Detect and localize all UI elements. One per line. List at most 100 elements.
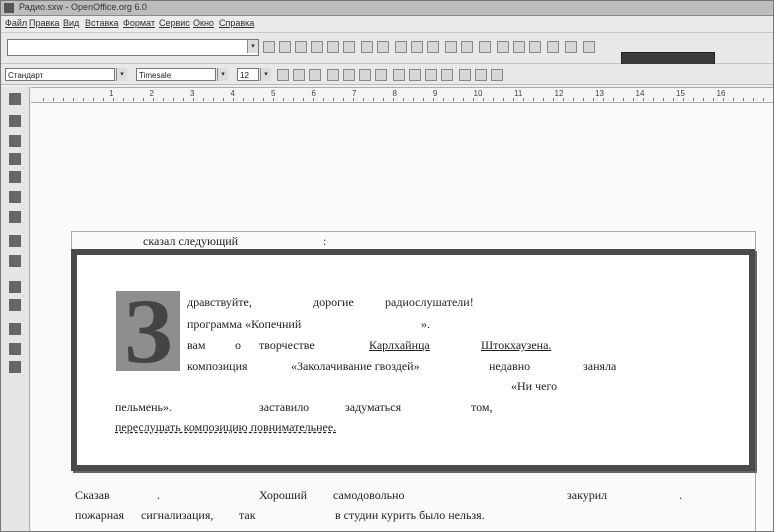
insert-table-icon[interactable]	[497, 41, 509, 53]
menu-insert[interactable]: Вставка	[85, 18, 118, 28]
numbering-icon[interactable]	[393, 69, 405, 81]
gallery-icon[interactable]	[529, 41, 541, 53]
font-size-select[interactable]: 12	[237, 68, 259, 81]
zoom-icon[interactable]	[583, 41, 595, 53]
style-dropdown-button[interactable]: ▾	[116, 68, 127, 81]
ruler-tick	[423, 98, 424, 101]
ruler-tick	[493, 98, 494, 101]
open-icon[interactable]	[311, 41, 323, 53]
paragraph-style-select[interactable]: Стандарт	[5, 68, 115, 81]
navigator-icon[interactable]	[479, 41, 491, 53]
insert-icon[interactable]	[9, 93, 21, 105]
online-layout-icon[interactable]	[9, 361, 21, 373]
menu-edit[interactable]: Правка	[29, 18, 59, 28]
template-icon[interactable]	[295, 41, 307, 53]
save-icon[interactable]	[327, 41, 339, 53]
edit-file-icon[interactable]	[263, 41, 275, 53]
ruler-number: 3	[190, 89, 195, 98]
insert-fields-icon[interactable]	[9, 115, 21, 127]
ruler-number: 15	[676, 89, 685, 98]
frame-line-1-word: радиослушатели!	[385, 295, 474, 309]
redo-icon[interactable]	[461, 41, 473, 53]
menu-help[interactable]: Справка	[219, 18, 254, 28]
ruler-tick	[523, 98, 524, 101]
align-left-icon[interactable]	[327, 69, 339, 81]
ruler-tick	[143, 98, 144, 101]
ruler-tick	[73, 98, 74, 101]
help-icon[interactable]	[565, 41, 577, 53]
align-center-icon[interactable]	[343, 69, 355, 81]
font-color-icon[interactable]	[459, 69, 471, 81]
align-right-icon[interactable]	[359, 69, 371, 81]
text-mode-icon[interactable]	[9, 255, 21, 267]
italic-icon[interactable]	[293, 69, 305, 81]
print-icon[interactable]	[361, 41, 373, 53]
menu-window[interactable]: Окно	[193, 18, 214, 28]
ruler-tick	[503, 98, 504, 101]
spellcheck-icon[interactable]	[377, 41, 389, 53]
ruler-tick	[153, 98, 154, 101]
paste-icon[interactable]	[427, 41, 439, 53]
insert-objects-icon[interactable]	[9, 135, 21, 147]
find-replace-icon[interactable]	[9, 281, 21, 293]
form-functions-icon[interactable]	[9, 171, 21, 183]
ruler-tick	[273, 98, 274, 101]
new-icon[interactable]	[279, 41, 291, 53]
size-dropdown-button[interactable]: ▾	[260, 68, 271, 81]
url-dropdown-button[interactable]: ▾	[247, 40, 258, 53]
ruler-number: 4	[230, 89, 235, 98]
ruler-tick	[723, 98, 724, 101]
horizontal-ruler[interactable]: 1 2 3 4 5 6 7 8 9 10 11 12 13 14 15 16	[31, 87, 773, 103]
frame-line-3-word: Карлхайнца	[369, 338, 430, 352]
title-bar: Радио.sxw - OpenOffice.org 6.0	[1, 1, 773, 16]
justify-icon[interactable]	[375, 69, 387, 81]
ruler-number: 2	[149, 89, 154, 98]
menu-file[interactable]: Файл	[5, 18, 27, 28]
frame-icon[interactable]	[9, 299, 21, 311]
ruler-tick	[283, 98, 284, 101]
increase-indent-icon[interactable]	[441, 69, 453, 81]
bottom-line-1-word: Хороший	[259, 488, 307, 502]
menu-format[interactable]: Формат	[123, 18, 155, 28]
background-color-icon[interactable]	[491, 69, 503, 81]
app-window: Радио.sxw - OpenOffice.org 6.0 Файл Прав…	[0, 0, 774, 532]
menu-view[interactable]: Вид	[63, 18, 79, 28]
hyperlink-icon[interactable]	[513, 41, 525, 53]
cut-icon[interactable]	[395, 41, 407, 53]
bottom-line-1-word: .	[157, 488, 160, 502]
bold-icon[interactable]	[277, 69, 289, 81]
font-name-select[interactable]: Timesale	[136, 68, 216, 81]
ruler-tick	[223, 98, 224, 101]
ruler-tick	[263, 98, 264, 101]
edit-autotext-icon[interactable]	[9, 191, 21, 203]
decrease-indent-icon[interactable]	[425, 69, 437, 81]
show-draw-functions-icon[interactable]	[9, 153, 21, 165]
mail-icon[interactable]	[343, 41, 355, 53]
datasource-icon[interactable]	[547, 41, 559, 53]
frame-line-3-word: Штокхаузена.	[481, 338, 552, 352]
ruler-tick	[233, 98, 234, 101]
direct-cursor-icon[interactable]	[9, 211, 21, 223]
ruler-number: 11	[514, 89, 523, 98]
bullets-icon[interactable]	[409, 69, 421, 81]
ruler-number: 16	[716, 89, 726, 98]
ruler-number: 13	[595, 89, 604, 98]
ruler-tick	[163, 98, 164, 101]
bottom-line-2-word: так	[239, 508, 256, 522]
underline-icon[interactable]	[309, 69, 321, 81]
undo-icon[interactable]	[445, 41, 457, 53]
ruler-tick	[453, 98, 454, 101]
ruler-tick	[43, 98, 44, 101]
spellcheck-auto-icon[interactable]	[9, 235, 21, 247]
ruler-tick	[393, 98, 394, 101]
font-dropdown-button[interactable]: ▾	[217, 68, 228, 81]
bottom-line-1-word: Сказав	[75, 488, 110, 502]
frame-line-4-word: заняла	[583, 359, 617, 373]
url-input[interactable]	[7, 39, 259, 56]
menu-tools[interactable]: Сервис	[159, 18, 190, 28]
copy-icon[interactable]	[411, 41, 423, 53]
frame-line-6-word: пельмень».	[115, 400, 173, 414]
datasources-icon[interactable]	[9, 323, 21, 335]
nonprinting-chars-icon[interactable]	[9, 343, 21, 355]
highlight-icon[interactable]	[475, 69, 487, 81]
